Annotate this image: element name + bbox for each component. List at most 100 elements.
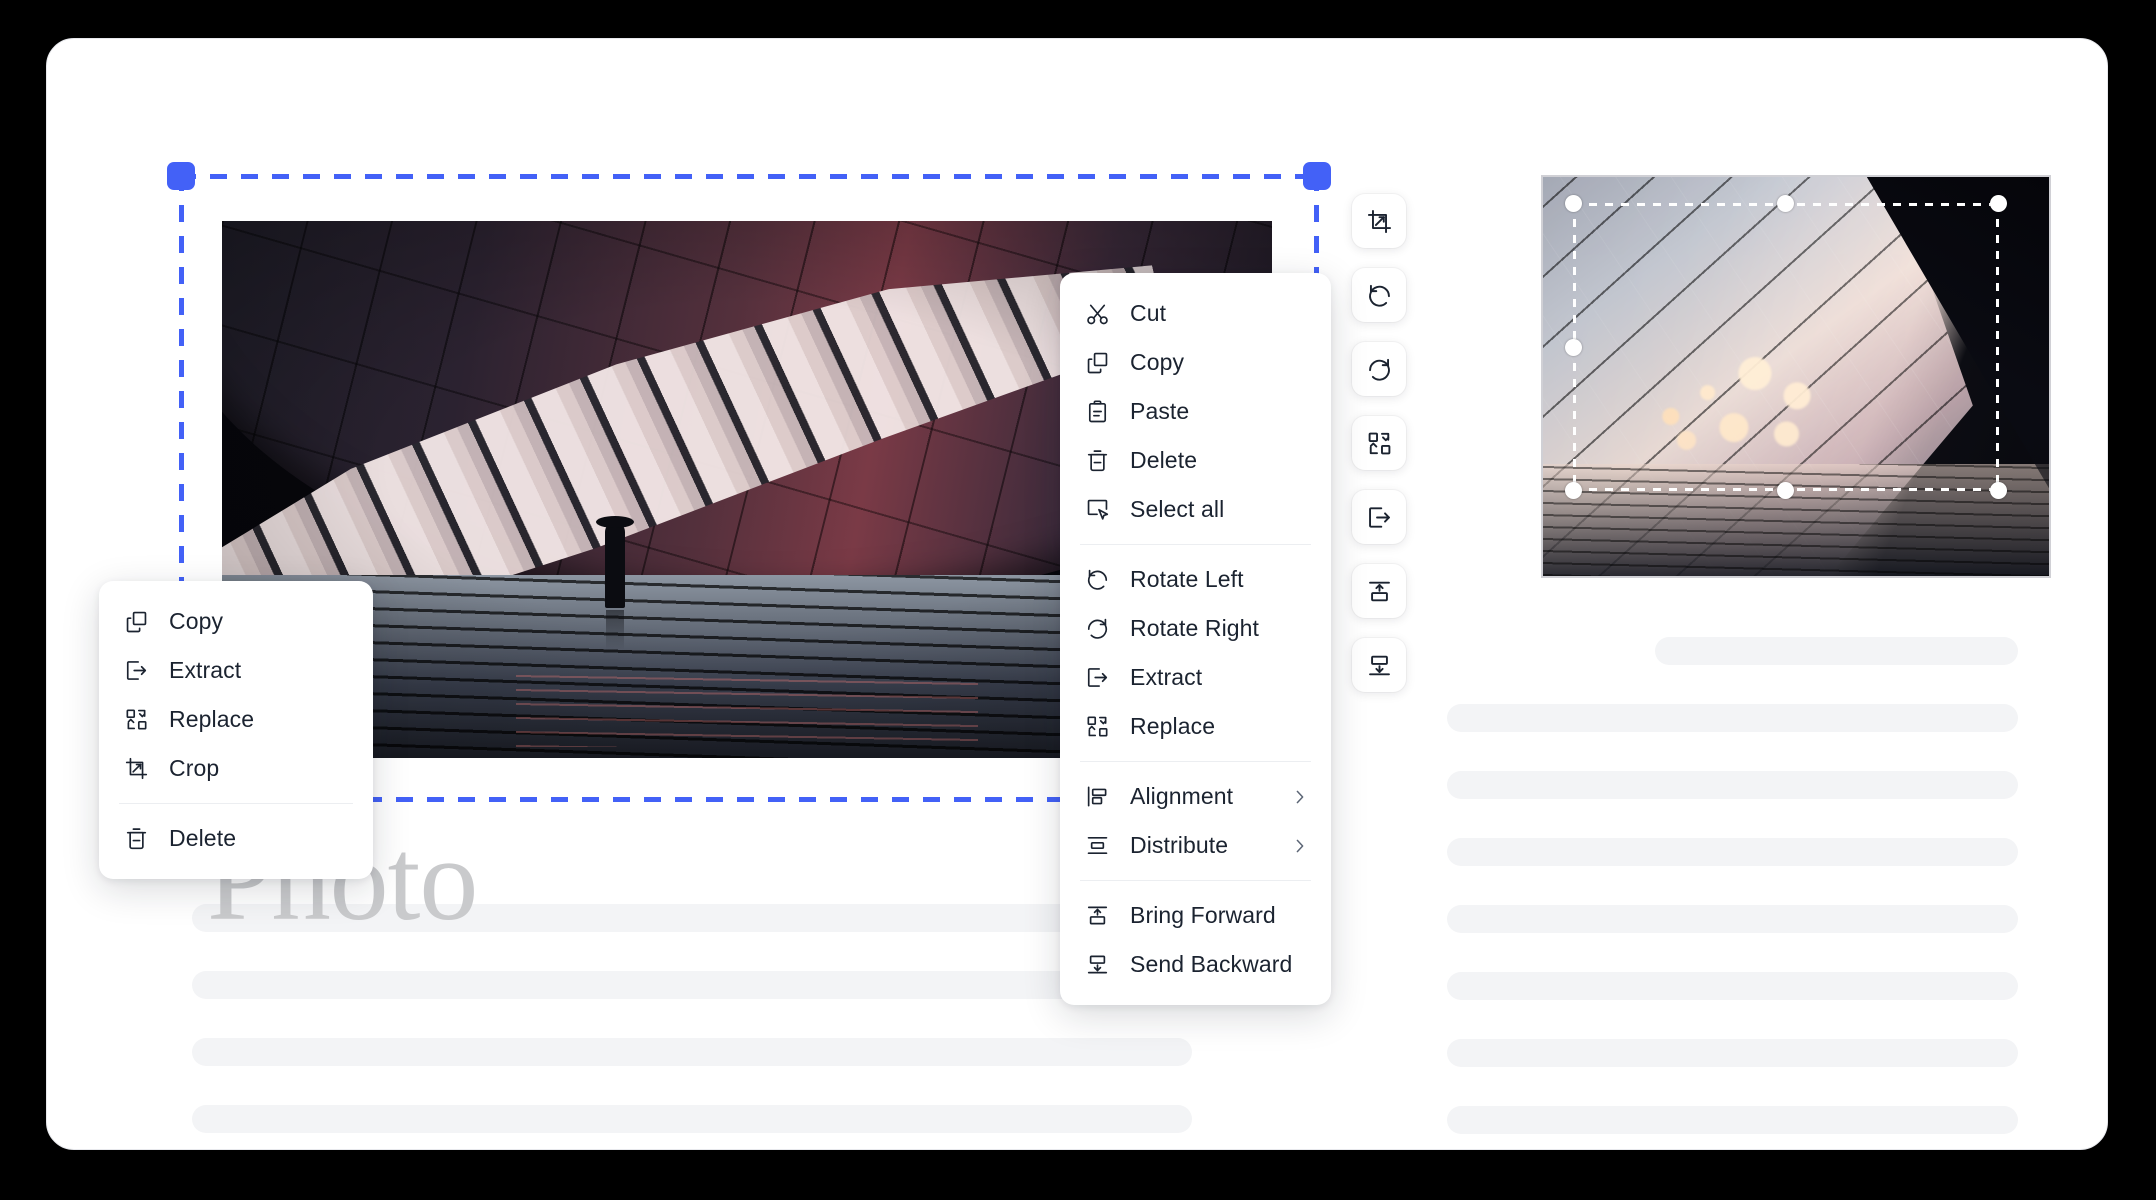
replace-icon <box>123 706 150 733</box>
menu-item-label: Copy <box>1130 349 1185 375</box>
image-menu-item-replace[interactable]: Replace <box>99 695 373 744</box>
para-line-3 <box>192 1038 1192 1066</box>
crop-handle-bottom-center[interactable] <box>1777 482 1794 499</box>
scissors-icon <box>1084 300 1111 327</box>
menu-item-rotate-right[interactable]: Rotate Right <box>1060 604 1331 653</box>
rotate-right-icon <box>1084 615 1111 642</box>
document-canvas-card: Photo Cut Copy Paste Delete Select all R… <box>46 38 2108 1150</box>
trash-icon <box>1084 447 1111 474</box>
right-line-5 <box>1447 905 2018 933</box>
menu-item-label: Cut <box>1130 300 1167 326</box>
right-line-2 <box>1447 704 2018 732</box>
menu-separator <box>119 803 353 804</box>
right-line-6 <box>1447 972 2018 1000</box>
trash-icon <box>123 825 150 852</box>
menu-separator <box>1080 761 1311 762</box>
menu-item-label: Select all <box>1130 496 1225 522</box>
toolbar-button-replace[interactable] <box>1352 416 1406 470</box>
image-floating-toolbar <box>1352 194 1406 692</box>
menu-item-label: Delete <box>1130 447 1198 473</box>
menu-separator <box>1080 880 1311 881</box>
right-line-7 <box>1447 1039 2018 1067</box>
menu-item-extract[interactable]: Extract <box>1060 653 1331 702</box>
toolbar-button-crop[interactable] <box>1352 194 1406 248</box>
bring-forward-icon <box>1084 902 1111 929</box>
menu-item-select-all[interactable]: Select all <box>1060 485 1331 534</box>
menu-item-label: Send Backward <box>1130 951 1293 977</box>
toolbar-button-rotate-left[interactable] <box>1352 268 1406 322</box>
copy-icon <box>123 608 150 635</box>
menu-item-label: Rotate Right <box>1130 615 1260 641</box>
toolbar-button-extract[interactable] <box>1352 490 1406 544</box>
menu-item-label: Alignment <box>1130 783 1234 809</box>
crop-handle-bottom-right[interactable] <box>1990 482 2007 499</box>
extract-icon <box>1368 506 1390 528</box>
alignment-icon <box>1084 783 1111 810</box>
menu-item-label: Replace <box>1130 713 1216 739</box>
crop-handle-bottom-left[interactable] <box>1565 482 1582 499</box>
menu-item-label: Delete <box>169 825 237 851</box>
crop-handle-top-right[interactable] <box>1990 195 2007 212</box>
toolbar-button-send-backward[interactable] <box>1352 638 1406 692</box>
right-line-8 <box>1447 1106 2018 1134</box>
toolbar-button-bring-forward[interactable] <box>1352 564 1406 618</box>
extract-icon <box>123 657 150 684</box>
menu-item-label: Paste <box>1130 398 1190 424</box>
distribute-icon <box>1084 832 1111 859</box>
context-menu-main: Cut Copy Paste Delete Select all Rotate Left R… <box>1060 273 1331 1005</box>
menu-item-label: Replace <box>169 706 255 732</box>
menu-item-distribute[interactable]: Distribute <box>1060 821 1331 870</box>
send-backward-icon <box>1368 655 1390 675</box>
crop-selection-box[interactable] <box>1565 195 2007 499</box>
replace-icon <box>1368 432 1390 454</box>
crop-preview-thumbnail[interactable] <box>1543 177 2049 576</box>
right-line-3 <box>1447 771 2018 799</box>
copy-icon <box>1084 349 1111 376</box>
right-line-1 <box>1655 637 2018 665</box>
image-menu-item-delete[interactable]: Delete <box>99 814 373 863</box>
menu-item-label: Crop <box>169 755 220 781</box>
para-line-4 <box>192 1105 1192 1133</box>
clipboard-icon <box>1084 398 1111 425</box>
replace-icon <box>1084 713 1111 740</box>
app-root: Photo Cut Copy Paste Delete Select all R… <box>0 0 2156 1200</box>
menu-item-label: Bring Forward <box>1130 902 1276 928</box>
menu-item-cut[interactable]: Cut <box>1060 289 1331 338</box>
rotate-right-icon <box>1368 358 1390 381</box>
crop-handle-middle-left[interactable] <box>1565 339 1582 356</box>
menu-item-label: Extract <box>1130 664 1203 690</box>
crop-edge-right <box>1996 203 1999 491</box>
crop-icon <box>123 755 150 782</box>
chevron-right-icon <box>1291 837 1309 855</box>
image-menu-item-copy[interactable]: Copy <box>99 597 373 646</box>
menu-item-label: Extract <box>169 657 242 683</box>
crop-handle-top-center[interactable] <box>1777 195 1794 212</box>
selection-edge-top <box>179 174 1319 179</box>
menu-item-alignment[interactable]: Alignment <box>1060 772 1331 821</box>
crop-handle-top-left[interactable] <box>1565 195 1582 212</box>
para-line-2 <box>192 971 1192 999</box>
menu-item-rotate-left[interactable]: Rotate Left <box>1060 555 1331 604</box>
rotate-left-icon <box>1368 284 1390 307</box>
rotate-left-icon <box>1084 566 1111 593</box>
menu-item-paste[interactable]: Paste <box>1060 387 1331 436</box>
crop-icon <box>1367 209 1391 233</box>
selection-handle-top-right[interactable] <box>1303 162 1331 190</box>
menu-item-label: Rotate Left <box>1130 566 1244 592</box>
menu-item-delete[interactable]: Delete <box>1060 436 1331 485</box>
image-menu-item-extract[interactable]: Extract <box>99 646 373 695</box>
menu-item-bring-forward[interactable]: Bring Forward <box>1060 891 1331 940</box>
extract-icon <box>1084 664 1111 691</box>
menu-item-label: Distribute <box>1130 832 1229 858</box>
menu-item-replace[interactable]: Replace <box>1060 702 1331 751</box>
image-menu-item-crop[interactable]: Crop <box>99 744 373 793</box>
menu-item-copy[interactable]: Copy <box>1060 338 1331 387</box>
menu-separator <box>1080 544 1311 545</box>
context-menu-image: Copy Extract Replace Crop Delete <box>99 581 373 879</box>
select-all-icon <box>1084 496 1111 523</box>
toolbar-button-rotate-right[interactable] <box>1352 342 1406 396</box>
bring-forward-icon <box>1368 581 1390 601</box>
right-line-4 <box>1447 838 2018 866</box>
menu-item-send-backward[interactable]: Send Backward <box>1060 940 1331 989</box>
selection-handle-top-left[interactable] <box>167 162 195 190</box>
